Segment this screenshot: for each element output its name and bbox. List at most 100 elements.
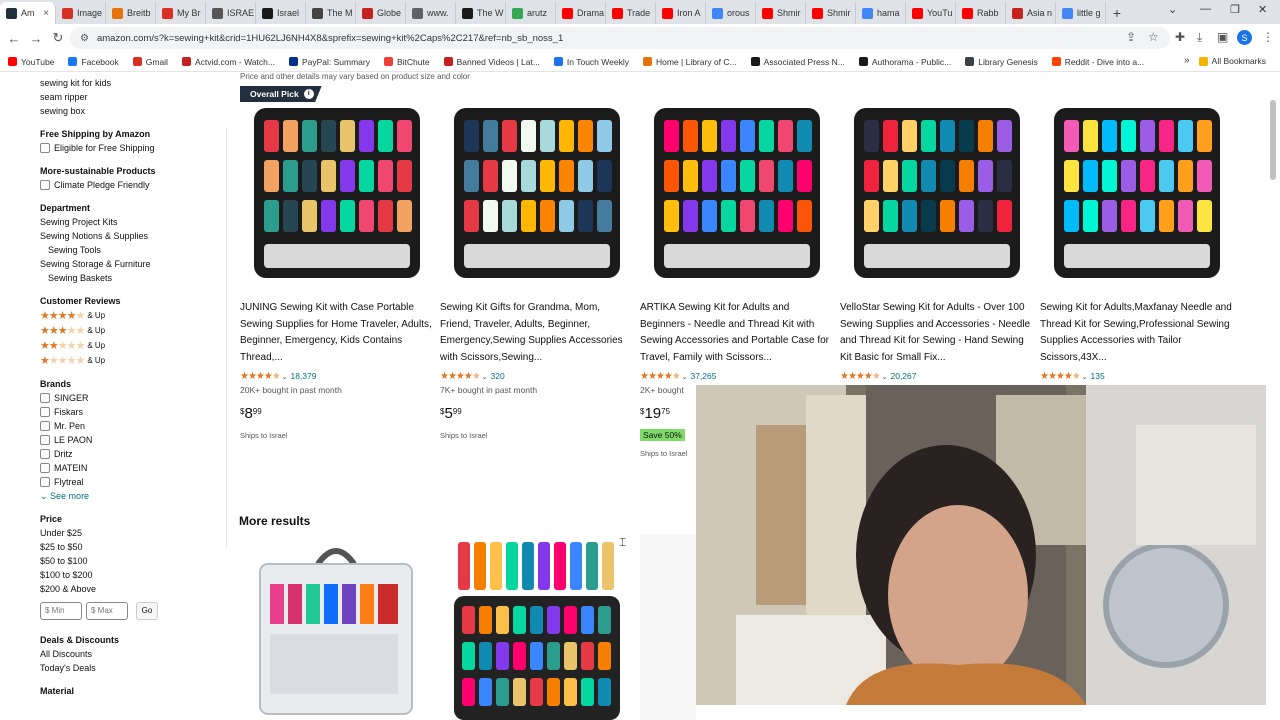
checkbox[interactable] bbox=[40, 435, 50, 445]
department-link[interactable]: Sewing Project Kits bbox=[40, 215, 230, 229]
site-info-icon[interactable]: ⚙ bbox=[80, 33, 89, 44]
forward-icon[interactable]: → bbox=[25, 31, 47, 46]
browser-tab[interactable]: hama bbox=[856, 2, 906, 24]
browser-tab[interactable]: little g bbox=[1056, 2, 1106, 24]
brand-filter[interactable]: Fiskars bbox=[40, 405, 230, 419]
browser-tab[interactable]: Am × bbox=[0, 2, 56, 24]
back-icon[interactable]: ← bbox=[3, 31, 25, 46]
product-title-link[interactable]: JUNING Sewing Kit with Case Portable Sew… bbox=[240, 300, 432, 366]
browser-tab[interactable]: orous bbox=[706, 2, 756, 24]
product-rating[interactable]: ★★★★★ ⌄ 18,379 bbox=[240, 370, 432, 382]
review-count-link[interactable]: 37,265 bbox=[690, 371, 716, 381]
bookmark-item[interactable]: Authorama - Public... bbox=[858, 57, 951, 67]
browser-tab[interactable]: Rabb bbox=[956, 2, 1006, 24]
product-title-link[interactable]: Sewing Kit for Adults,Maxfanay Needle an… bbox=[1040, 300, 1232, 366]
browser-tab[interactable]: YouTu bbox=[906, 2, 956, 24]
more-result-image[interactable] bbox=[440, 534, 632, 720]
star-rating-filter[interactable]: ★★★★★ & Up bbox=[40, 323, 230, 338]
price-range-link[interactable]: $200 & Above bbox=[40, 582, 230, 596]
price-go-button[interactable]: Go bbox=[136, 602, 158, 620]
price-range-link[interactable]: Under $25 bbox=[40, 526, 230, 540]
min-price-input[interactable]: $ Min bbox=[40, 602, 82, 620]
tab-search-icon[interactable]: ⌄ bbox=[1168, 3, 1177, 16]
star-rating-filter[interactable]: ★★★★★ & Up bbox=[40, 353, 230, 368]
review-count-link[interactable]: 320 bbox=[490, 371, 504, 381]
product-title-link[interactable]: VelloStar Sewing Kit for Adults - Over 1… bbox=[840, 300, 1032, 366]
product-rating[interactable]: ★★★★★ ⌄ 135 bbox=[1040, 370, 1232, 382]
brand-filter[interactable]: LE PAON bbox=[40, 433, 230, 447]
page-scrollbar[interactable] bbox=[1270, 100, 1276, 180]
share-icon[interactable]: ⇪ bbox=[1126, 30, 1136, 44]
product-image[interactable] bbox=[240, 86, 432, 292]
product-card[interactable]: Sewing Kit Gifts for Grandma, Mom, Frien… bbox=[440, 86, 632, 440]
browser-tab[interactable]: Breitb bbox=[106, 2, 156, 24]
star-rating-filter[interactable]: ★★★★★ & Up bbox=[40, 338, 230, 353]
related-search-link[interactable]: seam ripper bbox=[40, 90, 230, 104]
checkbox[interactable] bbox=[40, 463, 50, 473]
more-result-image[interactable] bbox=[240, 534, 432, 720]
department-link[interactable]: Sewing Baskets bbox=[40, 271, 230, 285]
browser-tab[interactable]: Iron A bbox=[656, 2, 706, 24]
more-bookmarks-icon[interactable]: » bbox=[1184, 55, 1190, 66]
bookmark-star-icon[interactable]: ☆ bbox=[1148, 30, 1159, 44]
price-range-link[interactable]: $100 to $200 bbox=[40, 568, 230, 582]
bookmark-item[interactable]: Facebook bbox=[68, 57, 119, 67]
tab-close-icon[interactable]: × bbox=[43, 8, 49, 19]
bookmark-item[interactable]: Actvid.com - Watch... bbox=[181, 57, 275, 67]
free-shipping-filter[interactable]: Eligible for Free Shipping bbox=[40, 141, 230, 155]
reload-icon[interactable]: ↻ bbox=[47, 30, 69, 46]
address-bar[interactable]: ⚙ amazon.com/s?k=sewing+kit&crid=1HU62LJ… bbox=[70, 27, 1170, 49]
downloads-icon[interactable]: ⤓ bbox=[1197, 30, 1202, 45]
checkbox[interactable] bbox=[40, 421, 50, 431]
related-search-link[interactable]: sewing kit for kids bbox=[40, 76, 230, 90]
price-range-link[interactable]: $25 to $50 bbox=[40, 540, 230, 554]
product-price[interactable]: $5 99 bbox=[440, 405, 632, 425]
deals-link[interactable]: Today's Deals bbox=[40, 661, 230, 675]
product-card[interactable]: VelloStar Sewing Kit for Adults - Over 1… bbox=[840, 86, 1032, 382]
review-count-link[interactable]: 135 bbox=[1090, 371, 1104, 381]
product-image[interactable] bbox=[840, 86, 1032, 292]
product-image[interactable] bbox=[440, 86, 632, 292]
brand-filter[interactable]: SINGER bbox=[40, 391, 230, 405]
browser-tab[interactable]: My Br bbox=[156, 2, 206, 24]
checkbox[interactable] bbox=[40, 393, 50, 403]
minimize-icon[interactable]: — bbox=[1200, 3, 1211, 15]
bookmark-item[interactable]: Reddit - Dive into a... bbox=[1051, 57, 1144, 67]
product-image[interactable] bbox=[1040, 86, 1232, 292]
department-link[interactable]: Sewing Tools bbox=[40, 243, 230, 257]
close-window-icon[interactable]: ✕ bbox=[1258, 3, 1267, 16]
bookmark-item[interactable]: YouTube bbox=[8, 57, 54, 67]
review-count-link[interactable]: 18,379 bbox=[290, 371, 316, 381]
profile-avatar[interactable]: S bbox=[1237, 30, 1252, 45]
browser-tab[interactable]: Drama bbox=[556, 2, 606, 24]
side-panel-icon[interactable]: ▣ bbox=[1217, 30, 1228, 44]
max-price-input[interactable]: $ Max bbox=[86, 602, 128, 620]
checkbox[interactable] bbox=[40, 143, 50, 153]
restore-icon[interactable]: ❐ bbox=[1230, 3, 1240, 16]
brand-filter[interactable]: Dritz bbox=[40, 447, 230, 461]
brand-filter[interactable]: MATEIN bbox=[40, 461, 230, 475]
menu-icon[interactable]: ⋮ bbox=[1262, 30, 1274, 44]
more-result-image[interactable] bbox=[640, 534, 696, 720]
browser-tab[interactable]: Israel bbox=[256, 2, 306, 24]
new-tab-button[interactable]: + bbox=[1106, 2, 1128, 24]
browser-tab[interactable]: The W bbox=[456, 2, 506, 24]
browser-tab[interactable]: Image bbox=[56, 2, 106, 24]
bookmark-item[interactable]: Banned Videos | Lat... bbox=[443, 57, 540, 67]
climate-pledge-filter[interactable]: Climate Pledge Friendly bbox=[40, 178, 230, 192]
browser-tab[interactable]: www. bbox=[406, 2, 456, 24]
bookmark-item[interactable]: PayPal: Summary bbox=[288, 57, 370, 67]
product-title-link[interactable]: Sewing Kit Gifts for Grandma, Mom, Frien… bbox=[440, 300, 632, 366]
bookmark-item[interactable]: In Touch Weekly bbox=[553, 57, 629, 67]
browser-tab[interactable]: Globe bbox=[356, 2, 406, 24]
product-rating[interactable]: ★★★★★ ⌄ 37,265 bbox=[640, 370, 832, 382]
deals-link[interactable]: All Discounts bbox=[40, 647, 230, 661]
browser-tab[interactable]: Shmir bbox=[806, 2, 856, 24]
checkbox[interactable] bbox=[40, 407, 50, 417]
review-count-link[interactable]: 20,267 bbox=[890, 371, 916, 381]
related-search-link[interactable]: sewing box bbox=[40, 104, 230, 118]
product-rating[interactable]: ★★★★★ ⌄ 320 bbox=[440, 370, 632, 382]
checkbox[interactable] bbox=[40, 477, 50, 487]
extensions-icon[interactable]: ✚ bbox=[1175, 30, 1185, 44]
checkbox[interactable] bbox=[40, 449, 50, 459]
